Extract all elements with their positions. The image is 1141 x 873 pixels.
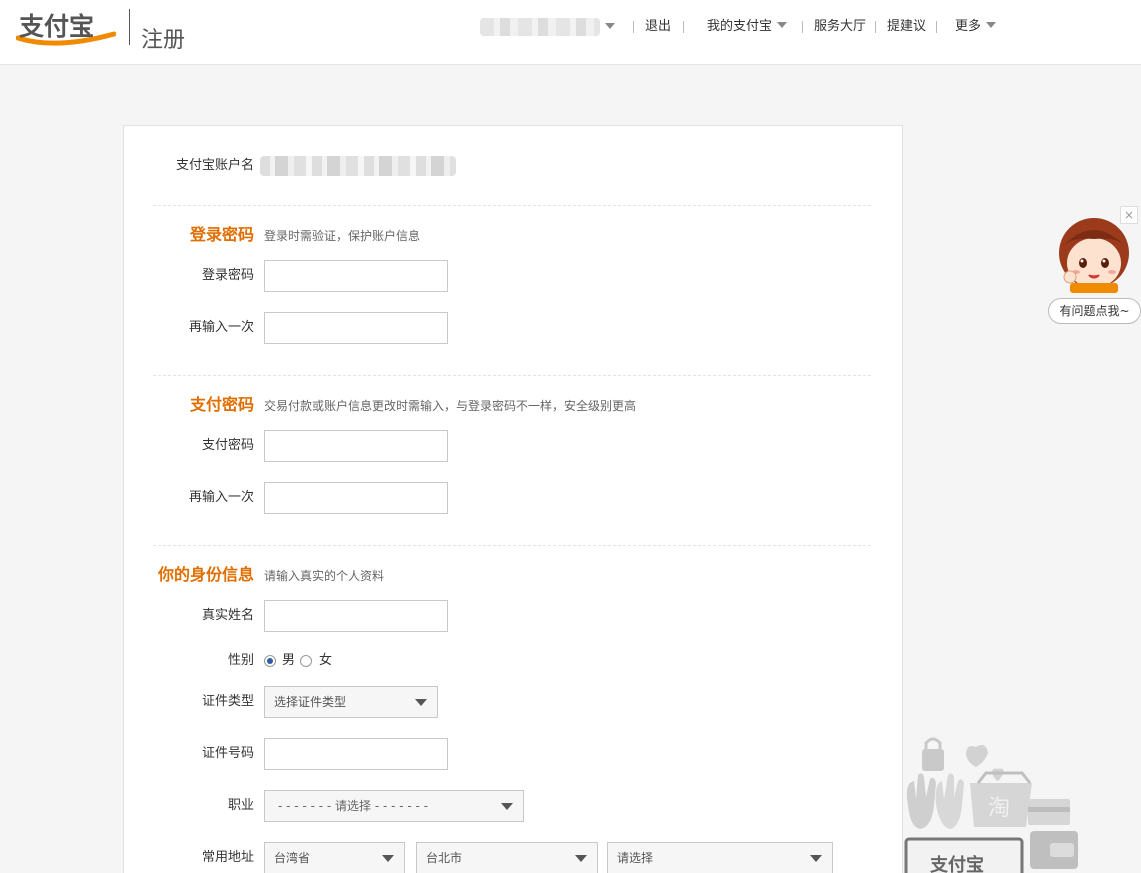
- login-password-section-title: 登录密码: [189, 225, 254, 244]
- account-name-blurred: [260, 156, 456, 176]
- my-alipay-label: 我的支付宝: [707, 19, 773, 34]
- dropdown-arrow-icon: [810, 855, 822, 862]
- chevron-down-icon[interactable]: [605, 23, 615, 29]
- identity-section-title: 你的身份信息: [157, 565, 254, 584]
- page-title: 注册: [141, 28, 186, 53]
- chevron-down-icon: [777, 22, 788, 28]
- section-divider: [153, 545, 871, 546]
- gender-male-label[interactable]: 男: [282, 653, 295, 669]
- city-value: 台北市: [426, 851, 463, 865]
- nav-divider: [875, 21, 876, 33]
- username-blurred[interactable]: [480, 18, 600, 36]
- pay-password-section-title: 支付密码: [189, 395, 254, 414]
- login-password-section-desc: 登录时需验证，保护账户信息: [264, 229, 421, 243]
- heart-icon: [966, 745, 988, 767]
- district-select[interactable]: 请选择: [607, 842, 833, 873]
- taobao-char: 淘: [988, 796, 1010, 821]
- account-label: 支付宝账户名: [175, 158, 254, 173]
- identity-section-desc: 请输入真实的个人资料: [264, 569, 385, 583]
- realname-input[interactable]: [264, 600, 448, 632]
- help-widget[interactable]: × 有问题点我~: [1048, 205, 1141, 325]
- gender-male-radio[interactable]: [264, 655, 276, 667]
- province-value: 台湾省: [274, 851, 311, 865]
- section-divider: [153, 375, 871, 376]
- login-password-repeat-label: 再输入一次: [188, 320, 254, 335]
- cartoon-girl-icon[interactable]: [1056, 215, 1132, 295]
- chevron-down-icon: [986, 22, 997, 28]
- login-password-label: 登录密码: [201, 268, 254, 283]
- login-password-input[interactable]: [264, 260, 448, 292]
- login-password-repeat-input[interactable]: [264, 312, 448, 344]
- registration-panel: 支付宝账户名 登录密码 登录时需验证，保护账户信息 登录密码 再输入一次 支付密…: [123, 125, 903, 873]
- section-divider: [153, 205, 871, 206]
- dropdown-arrow-icon: [415, 699, 427, 706]
- dropdown-arrow-icon: [382, 855, 394, 862]
- idtype-label: 证件类型: [201, 694, 254, 709]
- deco-logo-text: 支付宝: [929, 854, 984, 873]
- alipay-logo[interactable]: 支付宝: [16, 8, 116, 48]
- top-header: 支付宝 注册 退出 我的支付宝 服务大厅 提建议 更多: [0, 0, 1141, 65]
- logo-divider: [129, 9, 130, 45]
- nav-divider: [802, 21, 803, 33]
- more-link[interactable]: 更多: [955, 18, 997, 36]
- nav-divider: [633, 21, 634, 33]
- help-bubble[interactable]: 有问题点我~: [1048, 298, 1141, 324]
- realname-label: 真实姓名: [201, 608, 254, 623]
- my-alipay-link[interactable]: 我的支付宝: [707, 18, 788, 36]
- district-value: 请选择: [617, 851, 654, 865]
- service-hall-link[interactable]: 服务大厅: [814, 18, 866, 36]
- gender-label: 性别: [227, 653, 254, 668]
- close-icon[interactable]: ×: [1120, 206, 1138, 224]
- nav-divider: [936, 21, 937, 33]
- hands-icon: [906, 773, 936, 829]
- pay-password-label: 支付密码: [201, 438, 254, 453]
- province-select[interactable]: 台湾省: [264, 842, 405, 873]
- decorative-illustration: 淘 支付宝: [904, 737, 1078, 873]
- occupation-select[interactable]: - - - - - - - 请选择 - - - - - - -: [264, 790, 524, 822]
- pay-password-section-desc: 交易付款或账户信息更改时需输入，与登录密码不一样，安全级别更高: [264, 399, 637, 413]
- logo-text: 支付宝: [19, 12, 94, 41]
- city-select[interactable]: 台北市: [416, 842, 598, 873]
- idtype-select[interactable]: 选择证件类型: [264, 686, 438, 718]
- suggestion-link[interactable]: 提建议: [887, 18, 926, 36]
- pay-password-repeat-label: 再输入一次: [188, 490, 254, 505]
- address-label: 常用地址: [201, 850, 254, 865]
- lock-icon: [922, 749, 944, 771]
- occupation-value: - - - - - - - 请选择 - - - - - - -: [278, 799, 429, 813]
- idnumber-input[interactable]: [264, 738, 448, 770]
- pay-password-input[interactable]: [264, 430, 448, 462]
- idtype-value: 选择证件类型: [274, 695, 347, 709]
- logout-link[interactable]: 退出: [645, 18, 671, 36]
- gender-female-radio[interactable]: [300, 655, 312, 667]
- occupation-label: 职业: [227, 798, 254, 813]
- dropdown-arrow-icon: [501, 803, 513, 810]
- pay-password-repeat-input[interactable]: [264, 482, 448, 514]
- nav-divider: [683, 21, 684, 33]
- gender-female-label[interactable]: 女: [319, 653, 332, 669]
- dropdown-arrow-icon: [575, 855, 587, 862]
- idnumber-label: 证件号码: [201, 746, 254, 761]
- more-label: 更多: [955, 19, 982, 34]
